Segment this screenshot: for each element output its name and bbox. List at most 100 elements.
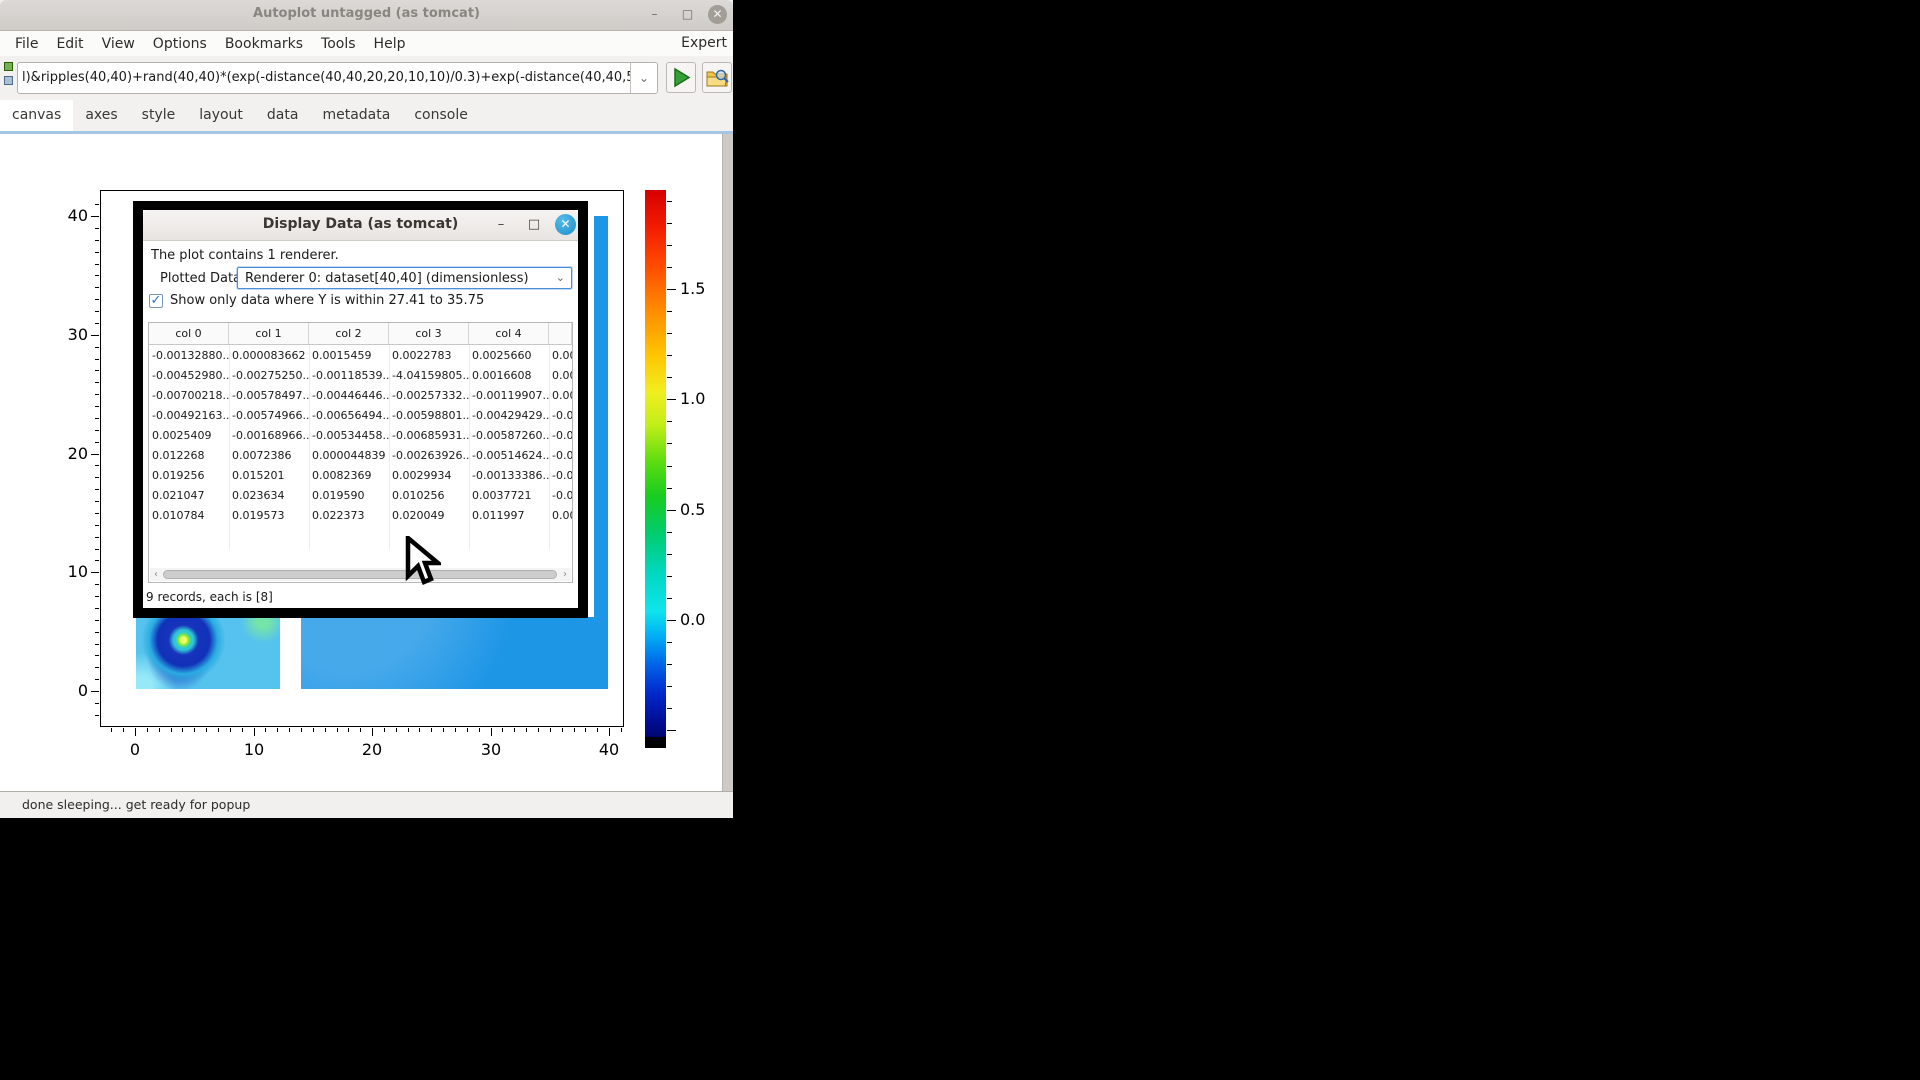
data-table[interactable]: ‹ › col 0col 1col 2col 3col 4 -0.00132880… bbox=[148, 322, 573, 583]
table-cell[interactable]: 0.00 bbox=[549, 386, 572, 406]
table-cell[interactable]: -0.00452980... bbox=[149, 366, 229, 386]
menu-tools[interactable]: Tools bbox=[312, 36, 365, 52]
table-cell[interactable]: -0.00587260... bbox=[469, 426, 549, 446]
table-cell[interactable]: -0.0 bbox=[549, 426, 572, 446]
table-cell[interactable]: 0.0015459 bbox=[309, 346, 389, 366]
table-cell[interactable]: -4.04159805... bbox=[389, 366, 469, 386]
axis-tick bbox=[667, 576, 672, 577]
axis-tick bbox=[95, 477, 99, 478]
table-cell[interactable]: -0.00656494... bbox=[309, 406, 389, 426]
menu-file[interactable]: File bbox=[6, 36, 47, 52]
menu-bookmarks[interactable]: Bookmarks bbox=[216, 36, 312, 52]
window-close-button[interactable]: ✕ bbox=[708, 5, 727, 24]
tab-canvas[interactable]: canvas bbox=[0, 100, 73, 131]
table-cell[interactable]: 0.0016608 bbox=[469, 366, 549, 386]
table-cell[interactable]: -0.00133386... bbox=[469, 466, 549, 486]
table-cell[interactable]: 0.0082369 bbox=[309, 466, 389, 486]
chevron-down-icon[interactable]: ⌄ bbox=[630, 63, 657, 93]
table-cell[interactable]: 0.019256 bbox=[149, 466, 229, 486]
window-maximize-button[interactable]: □ bbox=[678, 5, 697, 24]
table-cell[interactable]: -0.00492163... bbox=[149, 406, 229, 426]
table-cell[interactable]: -0.00429429... bbox=[469, 406, 549, 426]
table-cell[interactable]: 0.0072386 bbox=[229, 446, 309, 466]
canvas-scrollbar[interactable] bbox=[722, 134, 733, 791]
tab-metadata[interactable]: metadata bbox=[310, 100, 402, 131]
expert-mode-label[interactable]: Expert bbox=[681, 35, 727, 51]
window-titlebar[interactable]: Autoplot untagged (as tomcat) – □ ✕ bbox=[0, 0, 733, 31]
table-cell[interactable]: -0.0 bbox=[549, 446, 572, 466]
tab-style[interactable]: style bbox=[130, 100, 188, 131]
table-cell[interactable]: -0.0 bbox=[549, 486, 572, 506]
menu-options[interactable]: Options bbox=[144, 36, 216, 52]
table-cell[interactable]: 0.010256 bbox=[389, 486, 469, 506]
table-cell[interactable]: 0.00 bbox=[549, 366, 572, 386]
table-cell[interactable]: -0.00257332... bbox=[389, 386, 469, 406]
table-cell[interactable]: -0.00275250... bbox=[229, 366, 309, 386]
table-cell[interactable]: -0.00700218... bbox=[149, 386, 229, 406]
dialog-minimize-button[interactable]: – bbox=[491, 216, 511, 235]
table-cell[interactable]: -0.00574966... bbox=[229, 406, 309, 426]
column-header[interactable] bbox=[549, 323, 572, 344]
table-cell[interactable]: 0.00 bbox=[549, 346, 572, 366]
table-cell[interactable]: 0.000083662 bbox=[229, 346, 309, 366]
tab-console[interactable]: console bbox=[402, 100, 480, 131]
scrollbar-thumb[interactable] bbox=[163, 570, 557, 579]
table-cell[interactable]: -0.00446446... bbox=[309, 386, 389, 406]
table-cell[interactable]: -0.0 bbox=[549, 466, 572, 486]
axis-tick bbox=[95, 525, 99, 526]
table-cell[interactable]: -0.00598801... bbox=[389, 406, 469, 426]
table-cell[interactable]: 0.012268 bbox=[149, 446, 229, 466]
table-cell[interactable]: -0.0 bbox=[549, 406, 572, 426]
open-file-button[interactable] bbox=[702, 62, 732, 93]
table-cell[interactable]: 0.0025409 bbox=[149, 426, 229, 446]
horizontal-scrollbar[interactable]: ‹ › bbox=[150, 568, 571, 581]
table-cell[interactable]: 0.0025660 bbox=[469, 346, 549, 366]
column-header[interactable]: col 2 bbox=[309, 323, 389, 344]
desktop-background: Autoplot untagged (as tomcat) – □ ✕ File… bbox=[0, 0, 1920, 1080]
tab-data[interactable]: data bbox=[255, 100, 311, 131]
table-cell[interactable]: -0.00514624... bbox=[469, 446, 549, 466]
filter-checkbox[interactable]: ✓ bbox=[149, 294, 163, 308]
uri-address-input[interactable]: l)&ripples(40,40)+rand(40,40)*(exp(-dist… bbox=[17, 62, 658, 94]
column-header[interactable]: col 0 bbox=[149, 323, 229, 344]
table-cell[interactable]: 0.00 bbox=[549, 506, 572, 526]
table-cell[interactable]: -0.00168966... bbox=[229, 426, 309, 446]
table-cell[interactable]: 0.022373 bbox=[309, 506, 389, 526]
dialog-titlebar[interactable]: Display Data (as tomcat) – □ ✕ bbox=[143, 210, 578, 241]
table-cell[interactable]: 0.021047 bbox=[149, 486, 229, 506]
scroll-left-icon[interactable]: ‹ bbox=[150, 568, 162, 581]
table-cell[interactable]: 0.000044839 bbox=[309, 446, 389, 466]
tab-layout[interactable]: layout bbox=[187, 100, 255, 131]
menu-help[interactable]: Help bbox=[365, 36, 415, 52]
column-header[interactable]: col 4 bbox=[469, 323, 549, 344]
table-cell[interactable]: -0.00263926... bbox=[389, 446, 469, 466]
table-cell[interactable]: -0.00534458... bbox=[309, 426, 389, 446]
plotted-data-select[interactable]: Renderer 0: dataset[40,40] (dimensionles… bbox=[237, 267, 572, 289]
table-cell[interactable]: 0.019573 bbox=[229, 506, 309, 526]
plot-go-button[interactable] bbox=[666, 62, 696, 93]
table-cell[interactable]: 0.011997 bbox=[469, 506, 549, 526]
window-minimize-button[interactable]: – bbox=[645, 5, 664, 24]
table-cell[interactable]: 0.020049 bbox=[389, 506, 469, 526]
plot-canvas[interactable]: 0102030400102030400.00.51.01.5 Display D… bbox=[0, 134, 733, 791]
table-cell[interactable]: 0.015201 bbox=[229, 466, 309, 486]
table-cell[interactable]: -0.00685931... bbox=[389, 426, 469, 446]
table-cell[interactable]: 0.0037721 bbox=[469, 486, 549, 506]
table-cell[interactable]: -0.00118539... bbox=[309, 366, 389, 386]
table-cell[interactable]: -0.00578497... bbox=[229, 386, 309, 406]
table-cell[interactable]: 0.019590 bbox=[309, 486, 389, 506]
table-cell[interactable]: 0.0029934 bbox=[389, 466, 469, 486]
dialog-close-button[interactable]: ✕ bbox=[555, 214, 576, 235]
table-cell[interactable]: 0.023634 bbox=[229, 486, 309, 506]
column-header[interactable]: col 1 bbox=[229, 323, 309, 344]
table-cell[interactable]: -0.00119907... bbox=[469, 386, 549, 406]
dialog-maximize-button[interactable]: □ bbox=[524, 216, 544, 235]
table-cell[interactable]: -0.00132880... bbox=[149, 346, 229, 366]
table-cell[interactable]: 0.010784 bbox=[149, 506, 229, 526]
tab-axes[interactable]: axes bbox=[73, 100, 129, 131]
table-cell[interactable]: 0.0022783 bbox=[389, 346, 469, 366]
menu-edit[interactable]: Edit bbox=[47, 36, 92, 52]
menu-view[interactable]: View bbox=[93, 36, 144, 52]
column-header[interactable]: col 3 bbox=[389, 323, 469, 344]
scroll-right-icon[interactable]: › bbox=[559, 568, 571, 581]
